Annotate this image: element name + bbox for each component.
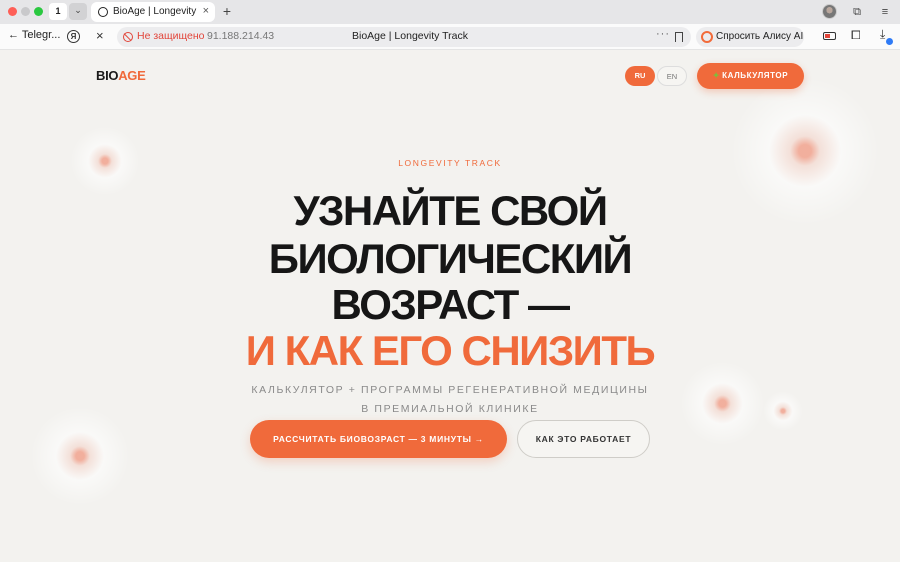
logo-part-bio: BIO xyxy=(96,68,119,83)
tab-close-icon[interactable]: × xyxy=(203,5,209,17)
back-label: Telegr... xyxy=(21,29,61,41)
download-badge xyxy=(886,38,893,45)
hero-title-line-3: ВОЗРАСТ — xyxy=(331,281,570,328)
url-text: 91.188.214.43 xyxy=(207,30,275,42)
tab-list-chevron-icon[interactable]: ⌄ xyxy=(69,3,87,20)
calculator-label: КАЛЬКУЛЯТОР xyxy=(722,71,789,80)
alice-icon xyxy=(701,31,713,43)
url-page-title: BioAge | Longevity Track xyxy=(352,30,468,42)
decorative-orb xyxy=(763,391,803,431)
decorative-orb xyxy=(30,406,130,506)
tab-title: BioAge | Longevity Track xyxy=(113,6,199,17)
hero-title-line-1: УЗНАЙТЕ СВОЙ xyxy=(293,187,608,234)
menu-icon[interactable]: ≡ xyxy=(877,4,893,20)
url-field[interactable]: Не защищено 91.188.214.43 BioAge | Longe… xyxy=(117,27,691,47)
security-warning[interactable]: Не защищено xyxy=(137,30,205,42)
close-window-button[interactable] xyxy=(8,7,17,16)
new-tab-button[interactable]: + xyxy=(219,3,235,20)
lang-en-button[interactable]: EN xyxy=(657,66,687,86)
how-it-works-button[interactable]: КАК ЭТО РАБОТАЕТ xyxy=(517,420,650,458)
page-content: BIOAGE RU EN ✦ КАЛЬКУЛЯТОР LONGEVITY TRAC… xyxy=(0,51,900,562)
ask-alice-button[interactable]: Спросить Алису AI xyxy=(696,27,804,47)
extensions-icon[interactable]: ⧠ xyxy=(851,28,861,43)
hero-subtitle: КАЛЬКУЛЯТОР + ПРОГРАММЫ РЕГЕНЕРАТИВНОЙ М… xyxy=(251,384,649,415)
browser-tab-bar: 1 ⌄ BioAge | Longevity Track × + ⧉ ≡ xyxy=(0,0,900,24)
hero-eyebrow: LONGEVITY TRACK xyxy=(398,158,502,168)
yandex-icon[interactable]: Я xyxy=(67,30,80,43)
calculate-bioage-button[interactable]: РАССЧИТАТЬ БИОВОЗРАСТ — 3 МИНУТЫ → xyxy=(250,420,507,458)
minimize-window-button[interactable] xyxy=(21,7,30,16)
address-bar-row: ← Telegr... Я × Не защищено 91.188.214.4… xyxy=(0,24,900,50)
collections-icon[interactable]: ⧉ xyxy=(849,4,865,20)
hero-title-line-2: БИОЛОГИЧЕСКИЙ xyxy=(268,235,633,282)
logo-part-age: AGE xyxy=(118,68,146,83)
site-favicon-icon xyxy=(98,7,108,17)
leaf-icon: ✦ xyxy=(712,71,721,80)
browser-tab[interactable]: BioAge | Longevity Track × xyxy=(91,2,215,22)
more-options-icon[interactable]: ··· xyxy=(656,28,670,40)
bookmark-icon[interactable] xyxy=(675,32,683,42)
back-arrow-icon: ← xyxy=(8,29,19,41)
lang-ru-button[interactable]: RU xyxy=(625,66,655,86)
calculator-button[interactable]: ✦ КАЛЬКУЛЯТОР xyxy=(697,63,804,89)
tab-count-button[interactable]: 1 xyxy=(49,3,67,20)
ask-alice-label: Спросить Алису AI xyxy=(716,31,804,42)
profile-avatar[interactable] xyxy=(822,4,837,19)
hero-title-line-4: И КАК ЕГО СНИЗИТЬ xyxy=(245,327,656,374)
battery-icon[interactable] xyxy=(823,32,836,40)
not-secure-icon xyxy=(123,32,133,42)
maximize-window-button[interactable] xyxy=(34,7,43,16)
stop-loading-icon[interactable]: × xyxy=(96,28,104,43)
bioage-logo[interactable]: BIOAGE xyxy=(96,68,146,83)
back-button[interactable]: ← Telegr... xyxy=(8,29,60,41)
download-icon[interactable]: ⤓ xyxy=(880,27,885,42)
